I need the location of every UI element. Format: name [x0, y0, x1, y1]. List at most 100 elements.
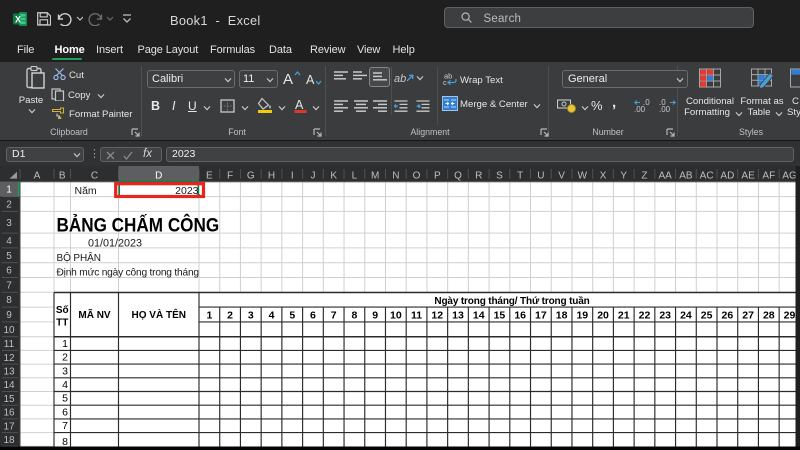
svg-text:14: 14: [473, 309, 485, 321]
svg-text:5: 5: [289, 309, 295, 321]
svg-text:16: 16: [514, 309, 526, 321]
svg-text:A: A: [295, 98, 304, 112]
svg-text:A: A: [283, 71, 293, 87]
svg-text:01/01/2023: 01/01/2023: [88, 237, 142, 249]
svg-text:ab: ab: [394, 73, 406, 85]
svg-text:J: J: [310, 170, 315, 181]
svg-text:.0: .0: [643, 99, 650, 107]
svg-text:25: 25: [701, 309, 713, 321]
svg-text:6: 6: [62, 406, 68, 418]
svg-text:22: 22: [639, 309, 651, 321]
svg-text:12: 12: [431, 309, 443, 321]
svg-text:3: 3: [248, 309, 254, 321]
svg-text:X: X: [15, 15, 21, 25]
svg-text:28: 28: [763, 309, 775, 321]
svg-text:F: F: [227, 170, 233, 181]
svg-text:TT: TT: [56, 317, 68, 328]
svg-text:7: 7: [331, 309, 337, 321]
svg-text:10: 10: [390, 309, 402, 321]
svg-text:L: L: [352, 170, 358, 181]
svg-text:13: 13: [452, 309, 464, 321]
svg-text:4: 4: [269, 309, 275, 321]
svg-text:K: K: [330, 170, 337, 181]
svg-text:G: G: [247, 170, 255, 181]
svg-text:27: 27: [742, 309, 754, 321]
svg-text:AG: AG: [782, 170, 797, 181]
svg-text:6: 6: [310, 309, 316, 321]
svg-text:4: 4: [62, 379, 68, 391]
svg-text:MÃ NV: MÃ NV: [78, 308, 111, 321]
svg-text:5: 5: [6, 250, 12, 261]
svg-text:2: 2: [6, 199, 12, 210]
svg-text:7: 7: [6, 280, 12, 291]
svg-text:X: X: [600, 170, 607, 181]
svg-text:N: N: [392, 170, 399, 181]
svg-text:Ngày trong tháng/ Thứ trong tu: Ngày trong tháng/ Thứ trong tuần: [434, 295, 589, 307]
svg-text:A: A: [34, 170, 41, 181]
svg-text:1: 1: [6, 184, 12, 195]
svg-text:2: 2: [62, 351, 68, 363]
svg-text:15: 15: [3, 393, 15, 404]
svg-text:13: 13: [3, 366, 15, 377]
svg-text:12: 12: [3, 352, 15, 363]
svg-text:AF: AF: [762, 170, 775, 181]
svg-text:18: 18: [3, 434, 15, 445]
svg-text:16: 16: [3, 407, 15, 418]
svg-text:11: 11: [4, 339, 15, 350]
svg-text:8: 8: [62, 436, 68, 448]
svg-text:Q: Q: [454, 170, 462, 181]
svg-text:29: 29: [784, 309, 796, 321]
svg-text:B: B: [59, 170, 66, 181]
svg-text:W: W: [578, 170, 588, 181]
svg-text:Năm: Năm: [75, 185, 97, 197]
svg-text:V: V: [558, 170, 565, 181]
svg-text:9: 9: [6, 310, 12, 321]
svg-text:T: T: [517, 170, 523, 181]
svg-text:2: 2: [227, 309, 233, 321]
svg-text:S: S: [496, 170, 503, 181]
svg-text:8: 8: [351, 309, 357, 321]
svg-text:AB: AB: [679, 170, 693, 181]
svg-text:AC: AC: [700, 170, 714, 181]
svg-text:Y: Y: [620, 170, 627, 181]
svg-text:20: 20: [597, 309, 609, 321]
svg-text:O: O: [413, 170, 421, 181]
svg-text:4: 4: [6, 236, 12, 247]
svg-text:18: 18: [556, 309, 568, 321]
svg-text:BẢNG CHẤM CÔNG: BẢNG CHẤM CÔNG: [57, 213, 220, 235]
svg-text:.0: .0: [659, 99, 666, 107]
svg-text:D: D: [155, 170, 162, 181]
svg-text:8: 8: [6, 295, 12, 306]
svg-text:10: 10: [3, 324, 15, 335]
svg-text:11: 11: [411, 309, 422, 321]
svg-text:7: 7: [62, 420, 68, 432]
svg-text:R: R: [475, 170, 482, 181]
svg-text:I: I: [291, 170, 294, 181]
svg-text:1: 1: [62, 337, 68, 349]
svg-text:9: 9: [372, 309, 378, 321]
svg-text:24: 24: [680, 309, 692, 321]
svg-text:1: 1: [206, 309, 212, 321]
svg-text:17: 17: [535, 309, 547, 321]
svg-text:AE: AE: [741, 170, 755, 181]
svg-text:C: C: [91, 170, 98, 181]
svg-text:E: E: [206, 170, 213, 181]
svg-text:3: 3: [6, 217, 12, 228]
svg-text:M: M: [371, 170, 379, 181]
svg-text:P: P: [434, 170, 441, 181]
svg-text:c: c: [443, 78, 447, 86]
svg-text:26: 26: [722, 309, 734, 321]
svg-text:U: U: [537, 170, 544, 181]
svg-text:14: 14: [3, 380, 15, 391]
svg-text:23: 23: [659, 309, 671, 321]
svg-text:A: A: [306, 73, 315, 87]
svg-text:Số: Số: [56, 304, 69, 316]
svg-text:HỌ VÀ TÊN: HỌ VÀ TÊN: [132, 308, 186, 321]
svg-text:19: 19: [576, 309, 588, 321]
svg-text:17: 17: [3, 421, 15, 432]
svg-text:H: H: [268, 170, 275, 181]
svg-text:6: 6: [6, 265, 12, 276]
svg-text:BỘ PHẬN: BỘ PHẬN: [57, 251, 101, 264]
svg-text:3: 3: [62, 365, 68, 377]
svg-text:AA: AA: [659, 170, 673, 181]
